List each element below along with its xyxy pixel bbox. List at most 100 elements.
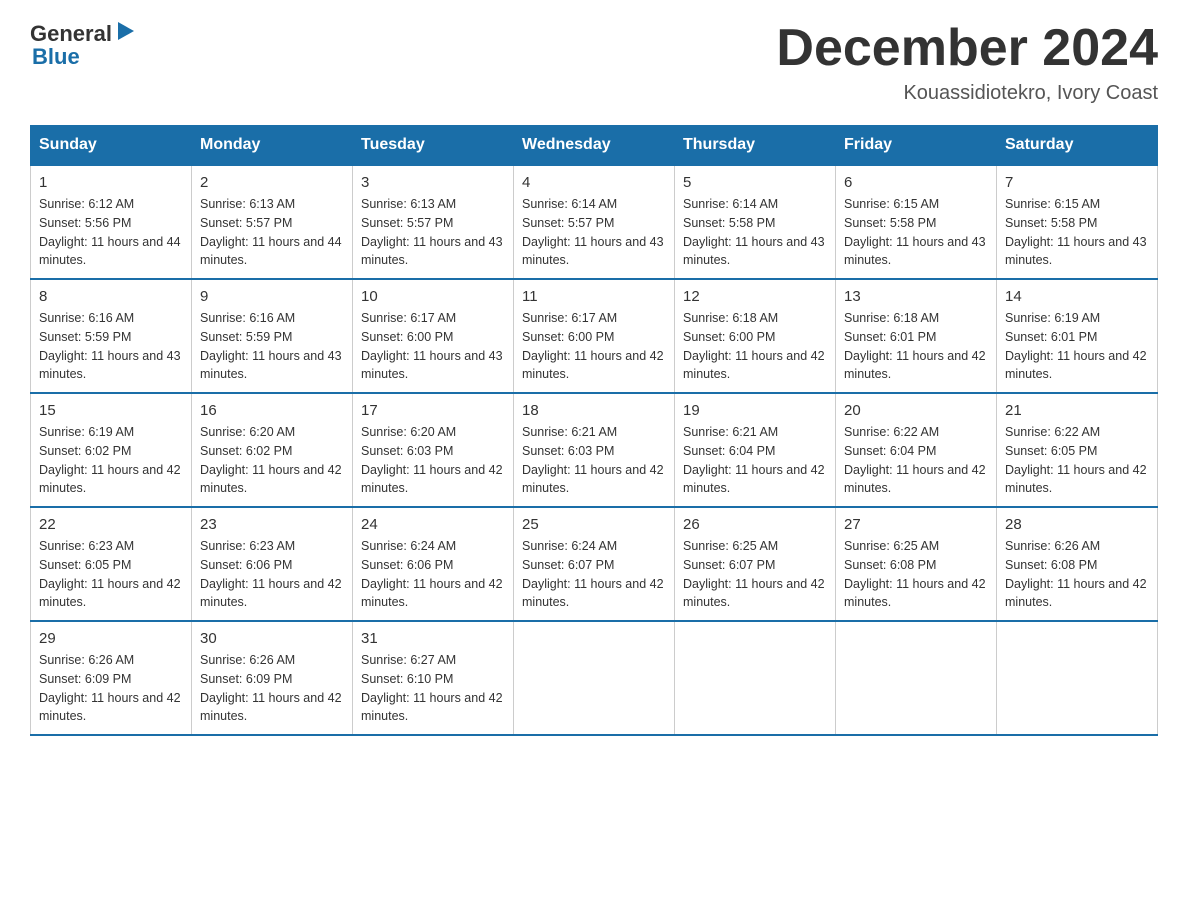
calendar-day-cell: 17 Sunrise: 6:20 AMSunset: 6:03 PMDayligh… [353, 393, 514, 507]
day-info: Sunrise: 6:19 AMSunset: 6:01 PMDaylight:… [1005, 309, 1149, 384]
day-info: Sunrise: 6:26 AMSunset: 6:08 PMDaylight:… [1005, 537, 1149, 612]
calendar-day-cell: 24 Sunrise: 6:24 AMSunset: 6:06 PMDayligh… [353, 507, 514, 621]
calendar-header-row: SundayMondayTuesdayWednesdayThursdayFrid… [31, 126, 1158, 166]
day-info: Sunrise: 6:16 AMSunset: 5:59 PMDaylight:… [39, 309, 183, 384]
day-number: 23 [200, 516, 344, 533]
day-info: Sunrise: 6:27 AMSunset: 6:10 PMDaylight:… [361, 651, 505, 726]
day-number: 9 [200, 288, 344, 305]
day-number: 30 [200, 630, 344, 647]
logo: General Blue [30, 20, 136, 70]
calendar-day-cell: 6 Sunrise: 6:15 AMSunset: 5:58 PMDaylight… [836, 165, 997, 279]
day-info: Sunrise: 6:26 AMSunset: 6:09 PMDaylight:… [39, 651, 183, 726]
calendar-day-cell: 4Sunrise: 6:14 AMSunset: 5:57 PMDaylight… [514, 165, 675, 279]
day-info: Sunrise: 6:26 AMSunset: 6:09 PMDaylight:… [200, 651, 344, 726]
calendar-day-cell: 13 Sunrise: 6:18 AMSunset: 6:01 PMDayligh… [836, 279, 997, 393]
calendar-day-cell [836, 621, 997, 735]
day-info: Sunrise: 6:25 AMSunset: 6:07 PMDaylight:… [683, 537, 827, 612]
day-info: Sunrise: 6:12 AMSunset: 5:56 PMDaylight:… [39, 195, 183, 270]
day-number: 29 [39, 630, 183, 647]
calendar-week-row: 1 Sunrise: 6:12 AMSunset: 5:56 PMDaylight… [31, 165, 1158, 279]
day-number: 4 [522, 174, 666, 191]
calendar-week-row: 22Sunrise: 6:23 AMSunset: 6:05 PMDayligh… [31, 507, 1158, 621]
day-number: 1 [39, 174, 183, 191]
calendar-day-cell: 22Sunrise: 6:23 AMSunset: 6:05 PMDayligh… [31, 507, 192, 621]
day-info: Sunrise: 6:18 AMSunset: 6:00 PMDaylight:… [683, 309, 827, 384]
day-number: 18 [522, 402, 666, 419]
logo-triangle-icon [114, 20, 136, 42]
day-number: 10 [361, 288, 505, 305]
calendar-day-cell [997, 621, 1158, 735]
day-info: Sunrise: 6:14 AMSunset: 5:58 PMDaylight:… [683, 195, 827, 270]
calendar-day-cell: 8 Sunrise: 6:16 AMSunset: 5:59 PMDaylight… [31, 279, 192, 393]
page-header: General Blue December 2024 Kouassidiotek… [30, 20, 1158, 105]
day-number: 24 [361, 516, 505, 533]
day-number: 15 [39, 402, 183, 419]
calendar-day-header: Monday [192, 126, 353, 166]
day-number: 20 [844, 402, 988, 419]
day-info: Sunrise: 6:25 AMSunset: 6:08 PMDaylight:… [844, 537, 988, 612]
day-number: 11 [522, 288, 666, 305]
calendar-day-cell: 15Sunrise: 6:19 AMSunset: 6:02 PMDayligh… [31, 393, 192, 507]
day-info: Sunrise: 6:13 AMSunset: 5:57 PMDaylight:… [361, 195, 505, 270]
calendar-day-cell [675, 621, 836, 735]
calendar-week-row: 29 Sunrise: 6:26 AMSunset: 6:09 PMDayligh… [31, 621, 1158, 735]
calendar-day-cell: 29 Sunrise: 6:26 AMSunset: 6:09 PMDayligh… [31, 621, 192, 735]
calendar-day-cell: 5 Sunrise: 6:14 AMSunset: 5:58 PMDaylight… [675, 165, 836, 279]
day-info: Sunrise: 6:23 AMSunset: 6:05 PMDaylight:… [39, 537, 183, 612]
calendar-day-cell: 30 Sunrise: 6:26 AMSunset: 6:09 PMDayligh… [192, 621, 353, 735]
calendar-day-cell: 9 Sunrise: 6:16 AMSunset: 5:59 PMDaylight… [192, 279, 353, 393]
day-info: Sunrise: 6:24 AMSunset: 6:06 PMDaylight:… [361, 537, 505, 612]
calendar-day-cell: 19 Sunrise: 6:21 AMSunset: 6:04 PMDayligh… [675, 393, 836, 507]
day-number: 2 [200, 174, 344, 191]
calendar-day-header: Tuesday [353, 126, 514, 166]
calendar-day-cell: 11 Sunrise: 6:17 AMSunset: 6:00 PMDayligh… [514, 279, 675, 393]
calendar-day-cell: 18Sunrise: 6:21 AMSunset: 6:03 PMDayligh… [514, 393, 675, 507]
day-number: 31 [361, 630, 505, 647]
day-number: 5 [683, 174, 827, 191]
calendar-day-header: Wednesday [514, 126, 675, 166]
day-number: 13 [844, 288, 988, 305]
logo-blue-text: Blue [32, 44, 80, 70]
calendar-day-cell: 7Sunrise: 6:15 AMSunset: 5:58 PMDaylight… [997, 165, 1158, 279]
calendar-day-cell: 28 Sunrise: 6:26 AMSunset: 6:08 PMDayligh… [997, 507, 1158, 621]
calendar-week-row: 8 Sunrise: 6:16 AMSunset: 5:59 PMDaylight… [31, 279, 1158, 393]
day-info: Sunrise: 6:13 AMSunset: 5:57 PMDaylight:… [200, 195, 344, 270]
day-number: 21 [1005, 402, 1149, 419]
day-info: Sunrise: 6:22 AMSunset: 6:04 PMDaylight:… [844, 423, 988, 498]
calendar-day-cell: 26 Sunrise: 6:25 AMSunset: 6:07 PMDayligh… [675, 507, 836, 621]
calendar-body: 1 Sunrise: 6:12 AMSunset: 5:56 PMDaylight… [31, 165, 1158, 735]
calendar-day-cell: 21 Sunrise: 6:22 AMSunset: 6:05 PMDayligh… [997, 393, 1158, 507]
day-info: Sunrise: 6:16 AMSunset: 5:59 PMDaylight:… [200, 309, 344, 384]
day-info: Sunrise: 6:22 AMSunset: 6:05 PMDaylight:… [1005, 423, 1149, 498]
day-number: 7 [1005, 174, 1149, 191]
calendar-day-cell: 25Sunrise: 6:24 AMSunset: 6:07 PMDayligh… [514, 507, 675, 621]
day-number: 14 [1005, 288, 1149, 305]
day-info: Sunrise: 6:23 AMSunset: 6:06 PMDaylight:… [200, 537, 344, 612]
day-info: Sunrise: 6:17 AMSunset: 6:00 PMDaylight:… [522, 309, 666, 384]
day-number: 19 [683, 402, 827, 419]
day-number: 28 [1005, 516, 1149, 533]
calendar-day-cell: 1 Sunrise: 6:12 AMSunset: 5:56 PMDaylight… [31, 165, 192, 279]
calendar-day-cell: 14 Sunrise: 6:19 AMSunset: 6:01 PMDayligh… [997, 279, 1158, 393]
day-number: 3 [361, 174, 505, 191]
day-info: Sunrise: 6:20 AMSunset: 6:03 PMDaylight:… [361, 423, 505, 498]
location-text: Kouassidiotekro, Ivory Coast [776, 82, 1158, 105]
logo-arrow-icon [114, 20, 136, 48]
calendar-table: SundayMondayTuesdayWednesdayThursdayFrid… [30, 125, 1158, 736]
calendar-day-header: Thursday [675, 126, 836, 166]
title-section: December 2024 Kouassidiotekro, Ivory Coa… [776, 20, 1158, 105]
day-number: 8 [39, 288, 183, 305]
day-number: 26 [683, 516, 827, 533]
calendar-day-cell: 27Sunrise: 6:25 AMSunset: 6:08 PMDayligh… [836, 507, 997, 621]
calendar-day-cell: 10 Sunrise: 6:17 AMSunset: 6:00 PMDayligh… [353, 279, 514, 393]
day-info: Sunrise: 6:18 AMSunset: 6:01 PMDaylight:… [844, 309, 988, 384]
day-info: Sunrise: 6:21 AMSunset: 6:04 PMDaylight:… [683, 423, 827, 498]
calendar-day-cell: 16Sunrise: 6:20 AMSunset: 6:02 PMDayligh… [192, 393, 353, 507]
day-number: 6 [844, 174, 988, 191]
day-info: Sunrise: 6:15 AMSunset: 5:58 PMDaylight:… [844, 195, 988, 270]
calendar-day-header: Sunday [31, 126, 192, 166]
day-info: Sunrise: 6:17 AMSunset: 6:00 PMDaylight:… [361, 309, 505, 384]
day-info: Sunrise: 6:20 AMSunset: 6:02 PMDaylight:… [200, 423, 344, 498]
day-number: 17 [361, 402, 505, 419]
calendar-day-cell: 2 Sunrise: 6:13 AMSunset: 5:57 PMDaylight… [192, 165, 353, 279]
